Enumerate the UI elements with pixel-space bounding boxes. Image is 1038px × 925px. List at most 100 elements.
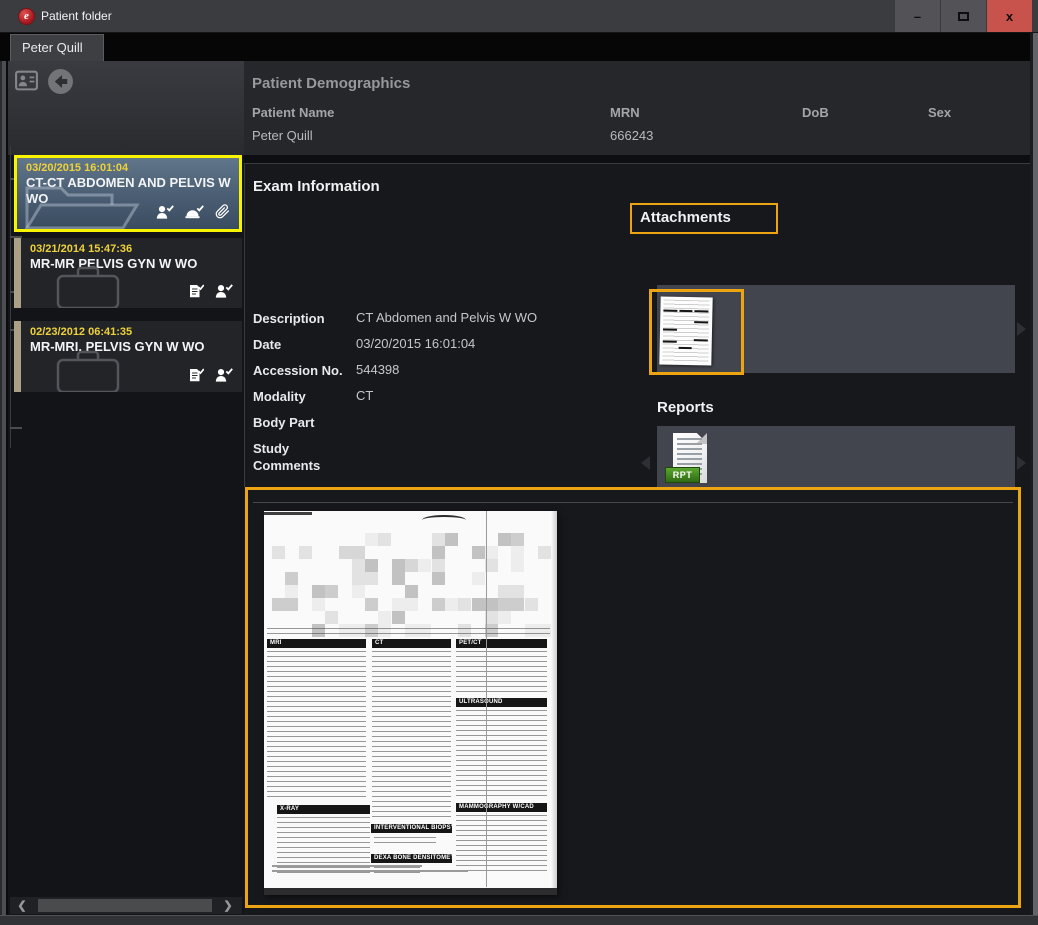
maximize-button[interactable] <box>940 0 986 32</box>
page-bottom-edge <box>264 888 557 895</box>
study-title: CT-CT ABDOMEN AND PELVIS W WO <box>26 175 233 207</box>
form-section-bar: X-RAY <box>277 805 370 814</box>
study-title: MR-MR PELVIS GYN W WO <box>30 256 234 272</box>
patient-folder-window: e Patient folder – x Peter Quill 03/20/2… <box>0 0 1038 925</box>
form-text-block <box>267 628 550 635</box>
form-section-bar: MRI <box>267 639 366 648</box>
exam-field-value: 544398 <box>356 362 399 377</box>
attachments-scroll-right-icon[interactable] <box>1017 322 1026 336</box>
study-date: 03/21/2014 15:47:36 <box>30 243 234 255</box>
demographics-field-value: 666243 <box>610 128 653 143</box>
form-section-bar: CT <box>372 639 451 648</box>
horizontal-scrollbar[interactable]: ❮ ❯ <box>10 897 242 914</box>
demographics-field-label: MRN <box>610 105 640 120</box>
app-logo-icon: e <box>19 9 34 24</box>
study-status-icons <box>188 368 233 387</box>
tab-peter-quill[interactable]: Peter Quill <box>10 34 104 61</box>
exam-field-label: Accession No. <box>253 362 351 379</box>
study-list-item[interactable]: 03/20/2015 16:01:04CT-CT ABDOMEN AND PEL… <box>14 155 242 232</box>
window-bottom-edge <box>0 915 1038 925</box>
exam-heading: Exam Information <box>253 178 380 195</box>
tab-strip: Peter Quill <box>0 33 1038 61</box>
form-footnote <box>272 870 468 872</box>
exam-field-label: Date <box>253 336 351 353</box>
back-icon[interactable] <box>47 68 74 100</box>
attachment-thumbnail-page <box>659 296 712 365</box>
exam-field-value: CT Abdomen and Pelvis W WO <box>356 310 537 325</box>
form-section-bar: ULTRASOUND <box>456 698 547 707</box>
study-item-strip <box>14 321 21 392</box>
form-section-bar: MAMMOGRAPHY W/CAD <box>456 803 547 812</box>
exam-field-value: CT <box>356 388 373 403</box>
demographics-field-label: Sex <box>928 105 951 120</box>
window-controls: – x <box>894 0 1032 33</box>
timeline <box>10 146 11 448</box>
study-list-panel: 03/20/2015 16:01:04CT-CT ABDOMEN AND PEL… <box>8 61 244 915</box>
form-text-block <box>374 837 436 846</box>
form-footnote <box>272 865 422 867</box>
exam-field-label: Modality <box>253 388 351 405</box>
scan-artifact <box>264 512 312 515</box>
person-check-alt-icon <box>185 205 204 224</box>
patient-demographics-section: Patient Demographics Patient Name Peter Q… <box>244 61 1030 155</box>
reports-scroll-left-icon[interactable] <box>641 456 650 470</box>
person-check-icon <box>156 205 174 224</box>
title-bar[interactable]: e Patient folder – x <box>0 0 1038 33</box>
scroll-left-icon[interactable]: ❮ <box>10 899 34 912</box>
rpt-badge: RPT <box>665 467 700 483</box>
demographics-field-label: Patient Name <box>252 105 334 120</box>
form-text-block <box>372 651 451 819</box>
minimize-button[interactable]: – <box>894 0 940 32</box>
window-title: Patient folder <box>41 9 112 23</box>
scrollbar-thumb[interactable] <box>38 899 212 912</box>
document-check-icon <box>188 284 204 303</box>
study-status-icons <box>156 204 230 224</box>
scanned-document-page: MRI CT PET/CT ULTRASOUND X-RAY INTERVENTIONAL… <box>264 511 557 895</box>
study-date: 02/23/2012 06:41:35 <box>30 326 234 338</box>
demographics-heading: Patient Demographics <box>252 75 410 92</box>
study-title: MR-MRI, PELVIS GYN W WO <box>30 339 234 355</box>
form-text-block <box>267 651 366 799</box>
close-icon: x <box>1006 9 1013 24</box>
attachments-heading: Attachments <box>640 209 731 226</box>
form-text-block <box>456 651 547 693</box>
preview-splitter[interactable] <box>253 502 1013 503</box>
study-status-icons <box>188 284 233 303</box>
attachments-highlight-box: Attachments <box>630 203 778 234</box>
exam-field-value: 03/20/2015 16:01:04 <box>356 336 475 351</box>
minimize-icon: – <box>914 9 921 24</box>
exam-field-label: Study Comments <box>253 440 351 474</box>
scan-artifact-curve <box>422 515 466 525</box>
close-button[interactable]: x <box>986 0 1032 32</box>
window-left-edge <box>0 61 8 915</box>
reports-scroll-right-icon[interactable] <box>1017 456 1026 470</box>
section-divider <box>244 155 1030 163</box>
exam-field-label: Body Part <box>253 414 351 431</box>
study-item-strip <box>14 238 21 308</box>
scroll-right-icon[interactable]: ❯ <box>216 899 240 912</box>
form-section-bar: DEXA BONE DENSITOMETRY <box>371 854 452 863</box>
attachment-thumbnail[interactable] <box>649 289 744 375</box>
page-edge-shadow <box>551 511 557 895</box>
form-text-block <box>456 815 547 873</box>
form-section-bar: PET/CT <box>456 639 547 648</box>
patient-card-icon[interactable] <box>14 68 39 98</box>
study-list-item[interactable]: 02/23/2012 06:41:35MR-MRI, PELVIS GYN W … <box>14 321 242 392</box>
report-document-icon[interactable]: RPT <box>665 433 711 491</box>
form-text-block <box>456 710 547 796</box>
detail-panel: Patient Demographics Patient Name Peter Q… <box>244 61 1030 915</box>
left-toolbar <box>8 61 244 155</box>
person-check-icon <box>215 368 233 387</box>
demographics-field-value: Peter Quill <box>252 128 313 143</box>
study-list-item[interactable]: 03/21/2014 15:47:36MR-MR PELVIS GYN W WO <box>14 238 242 308</box>
attachment-preview-panel: MRI CT PET/CT ULTRASOUND X-RAY INTERVENTIONAL… <box>245 487 1021 908</box>
timeline-tick <box>10 427 22 429</box>
form-section-bar: INTERVENTIONAL BIOPSY <box>371 824 452 833</box>
maximize-icon <box>958 12 969 21</box>
exam-information-section: Exam Information Description CT Abdomen a… <box>244 163 1030 487</box>
exam-field-label: Description <box>253 310 351 327</box>
person-check-icon <box>215 284 233 303</box>
document-check-icon <box>188 368 204 387</box>
study-date: 03/20/2015 16:01:04 <box>26 162 233 174</box>
page-fold-line <box>486 511 487 887</box>
